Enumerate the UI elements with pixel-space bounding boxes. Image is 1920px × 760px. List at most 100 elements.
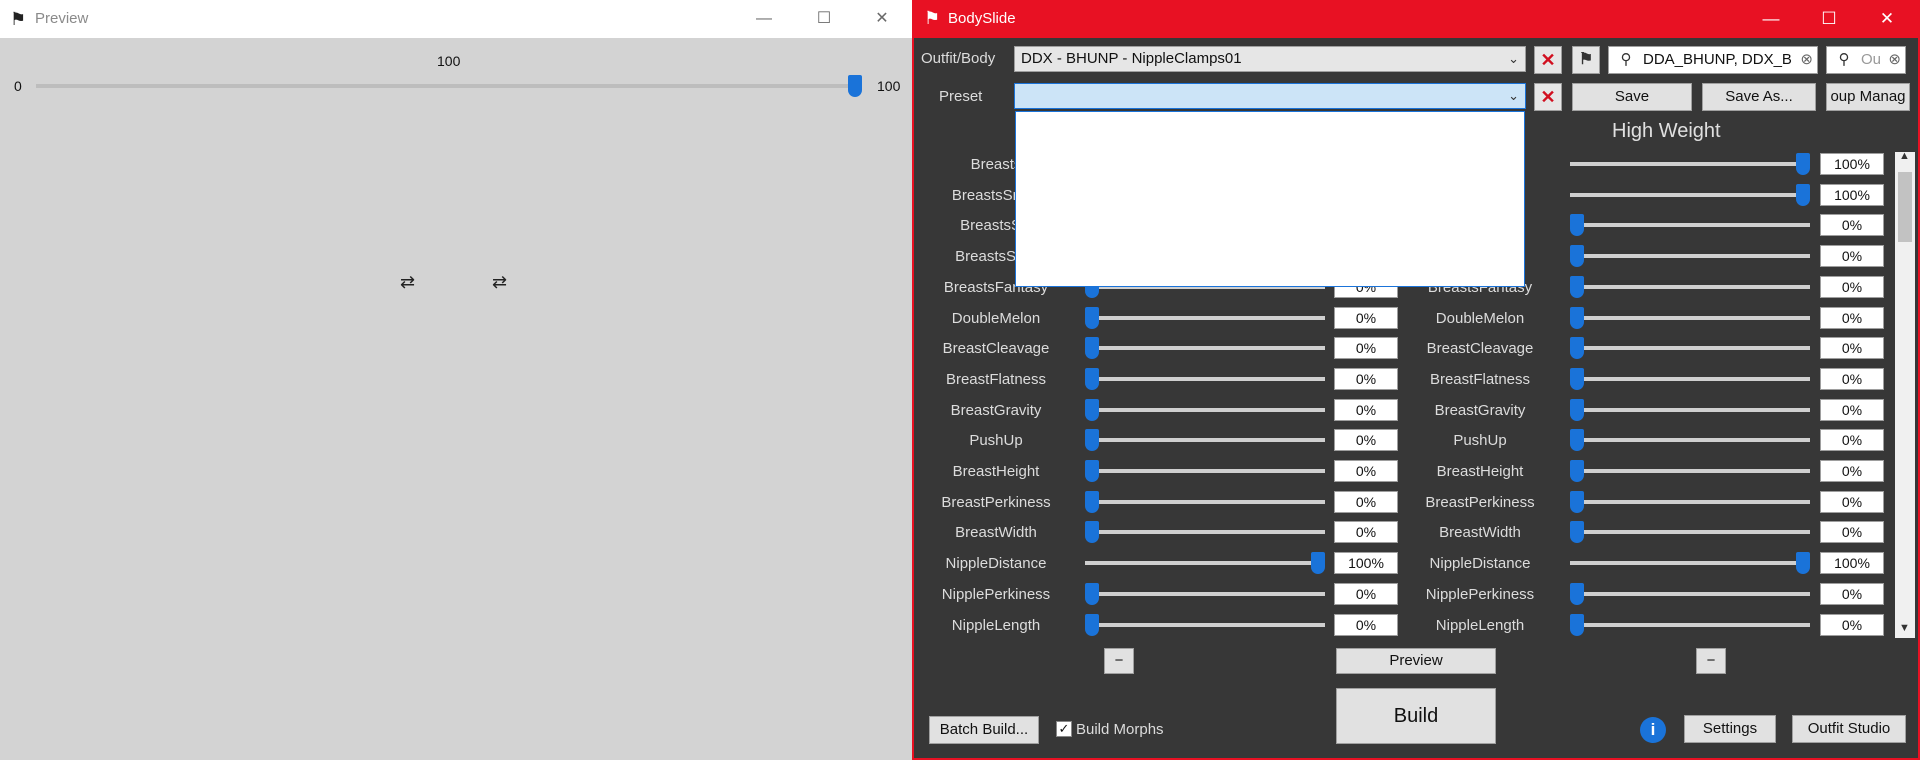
preview-slider-track[interactable] [36,84,854,88]
slider-track-high[interactable] [1570,408,1810,412]
slider-track-low[interactable] [1085,408,1325,412]
slider-value-high[interactable]: 0% [1820,337,1884,359]
slider-value-high[interactable]: 0% [1820,399,1884,421]
clear-preset-button[interactable]: ✕ [1534,83,1562,111]
save-as-button[interactable]: Save As... [1702,83,1816,111]
slider-track-high[interactable] [1570,316,1810,320]
slider-thumb-high[interactable] [1796,552,1810,574]
group-search-input[interactable]: ⚲ DDA_BHUNP, DDX_B ⊗ [1608,46,1818,74]
preset-dropdown-list[interactable] [1015,111,1525,287]
bodyslide-title-bar[interactable]: ⚑ BodySlide — ☐ ✕ [912,0,1920,38]
slider-thumb-high[interactable] [1570,307,1584,329]
slider-thumb-high[interactable] [1570,583,1584,605]
slider-value-low[interactable]: 0% [1334,583,1398,605]
slider-value-low[interactable]: 100% [1334,552,1398,574]
slider-value-high[interactable]: 0% [1820,583,1884,605]
slider-thumb-low[interactable] [1085,521,1099,543]
clear-search-icon[interactable]: ⊗ [1800,47,1813,73]
build-button[interactable]: Build [1336,688,1496,744]
group-manager-button[interactable]: oup Manag [1826,83,1910,111]
group-filter-icon[interactable]: ⚑ [1572,46,1600,74]
slider-track-high[interactable] [1570,530,1810,534]
slider-value-high[interactable]: 100% [1820,184,1884,206]
outfit-studio-button[interactable]: Outfit Studio [1792,715,1906,743]
slider-track-low[interactable] [1085,377,1325,381]
slider-thumb-high[interactable] [1570,245,1584,267]
slider-value-high[interactable]: 0% [1820,307,1884,329]
slider-value-low[interactable]: 0% [1334,521,1398,543]
slider-value-low[interactable]: 0% [1334,614,1398,636]
build-morphs-checkbox[interactable]: ✓ [1056,721,1072,737]
slider-value-low[interactable]: 0% [1334,368,1398,390]
slider-track-low[interactable] [1085,469,1325,473]
scrollbar-thumb[interactable] [1898,172,1912,242]
zap-minus-button-low[interactable]: − [1104,648,1134,674]
slider-track-low[interactable] [1085,561,1325,565]
slider-track-high[interactable] [1570,592,1810,596]
settings-button[interactable]: Settings [1684,715,1776,743]
slider-value-low[interactable]: 0% [1334,337,1398,359]
slider-thumb-high[interactable] [1570,214,1584,236]
slider-thumb-high[interactable] [1570,429,1584,451]
slider-value-high[interactable]: 0% [1820,429,1884,451]
preview-slider-thumb[interactable] [848,75,862,97]
close-button[interactable]: ✕ [854,0,910,38]
slider-track-low[interactable] [1085,592,1325,596]
slider-track-low[interactable] [1085,500,1325,504]
slider-value-high[interactable]: 0% [1820,614,1884,636]
slider-value-low[interactable]: 0% [1334,307,1398,329]
slider-value-high[interactable]: 0% [1820,491,1884,513]
slider-track-high[interactable] [1570,193,1810,197]
slider-thumb-high[interactable] [1570,614,1584,636]
slider-thumb-low[interactable] [1085,429,1099,451]
slider-track-high[interactable] [1570,561,1810,565]
slider-track-high[interactable] [1570,469,1810,473]
slider-track-low[interactable] [1085,530,1325,534]
slider-thumb-high[interactable] [1796,153,1810,175]
outfit-select[interactable]: DDX - BHUNP - NippleClamps01 ⌄ [1014,46,1526,72]
outfit-search-input[interactable]: ⚲ Ou ⊗ [1826,46,1906,74]
slider-thumb-low[interactable] [1311,552,1325,574]
info-icon[interactable]: i [1640,717,1666,743]
preset-select[interactable]: ⌄ [1014,83,1526,109]
slider-track-high[interactable] [1570,254,1810,258]
slider-track-low[interactable] [1085,346,1325,350]
slider-track-high[interactable] [1570,346,1810,350]
slider-thumb-high[interactable] [1570,460,1584,482]
slider-thumb-high[interactable] [1570,399,1584,421]
slider-thumb-low[interactable] [1085,614,1099,636]
slider-thumb-high[interactable] [1570,491,1584,513]
slider-thumb-high[interactable] [1796,184,1810,206]
zap-minus-button-high[interactable]: − [1696,648,1726,674]
slider-track-high[interactable] [1570,438,1810,442]
slider-value-low[interactable]: 0% [1334,429,1398,451]
slider-value-high[interactable]: 100% [1820,153,1884,175]
clear-search-icon[interactable]: ⊗ [1888,47,1901,73]
slider-thumb-low[interactable] [1085,399,1099,421]
slider-track-low[interactable] [1085,316,1325,320]
scroll-up-icon[interactable]: ▲ [1899,150,1910,162]
slider-thumb-low[interactable] [1085,337,1099,359]
slider-value-high[interactable]: 0% [1820,214,1884,236]
slider-thumb-low[interactable] [1085,491,1099,513]
slider-track-low[interactable] [1085,623,1325,627]
slider-thumb-high[interactable] [1570,276,1584,298]
slider-value-high[interactable]: 0% [1820,368,1884,390]
preview-button[interactable]: Preview [1336,648,1496,674]
save-button[interactable]: Save [1572,83,1692,111]
slider-thumb-low[interactable] [1085,460,1099,482]
slider-thumb-high[interactable] [1570,521,1584,543]
maximize-button[interactable]: ☐ [1800,0,1858,38]
clear-outfit-button[interactable]: ✕ [1534,46,1562,74]
slider-value-high[interactable]: 0% [1820,245,1884,267]
slider-track-low[interactable] [1085,438,1325,442]
slider-track-high[interactable] [1570,377,1810,381]
slider-value-low[interactable]: 0% [1334,491,1398,513]
slider-value-high[interactable]: 0% [1820,276,1884,298]
slider-thumb-high[interactable] [1570,337,1584,359]
slider-track-high[interactable] [1570,500,1810,504]
close-button[interactable]: ✕ [1858,0,1916,38]
slider-thumb-low[interactable] [1085,583,1099,605]
slider-track-high[interactable] [1570,623,1810,627]
slider-track-high[interactable] [1570,285,1810,289]
